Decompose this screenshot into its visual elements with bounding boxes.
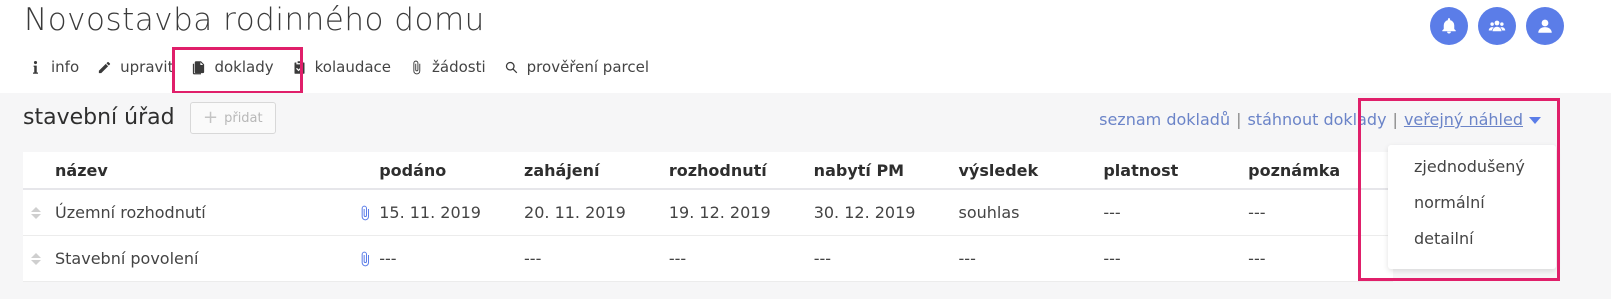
users-icon <box>1488 20 1506 32</box>
add-button[interactable]: + přidat <box>190 102 276 134</box>
user-icon <box>1538 19 1552 33</box>
documents-table: název podáno zahájení rozhodnutí nabytí … <box>23 152 1393 282</box>
tab-label: prověření parcel <box>526 58 649 76</box>
search-icon <box>505 61 517 73</box>
tab-label: info <box>51 58 80 76</box>
column-header[interactable]: zahájení <box>524 161 669 180</box>
attachment-button[interactable] <box>350 251 379 267</box>
table-cell: 15. 11. 2019 <box>379 203 481 222</box>
table-cell: --- <box>958 249 976 268</box>
active-tab-highlight <box>172 47 303 94</box>
table-cell: --- <box>524 249 542 268</box>
document-name: Územní rozhodnutí <box>55 203 206 222</box>
users-button[interactable] <box>1478 7 1516 45</box>
table-cell: 19. 12. 2019 <box>668 203 771 222</box>
column-header[interactable]: výsledek <box>959 161 1104 180</box>
table-cell: souhlas <box>958 203 1020 222</box>
document-list-link[interactable]: seznam dokladů <box>1099 110 1230 129</box>
notifications-button[interactable] <box>1430 7 1468 45</box>
table-row[interactable]: Územní rozhodnutí 15. 11. 2019 20. 11. 2… <box>23 190 1393 236</box>
document-name-cell: Stavební povolení <box>23 249 350 268</box>
document-name: Stavební povolení <box>55 249 199 268</box>
table-header: název podáno zahájení rozhodnutí nabytí … <box>23 152 1393 190</box>
table-cell: --- <box>813 249 832 268</box>
paperclip-icon <box>361 205 369 220</box>
table-cell: 30. 12. 2019 <box>813 203 916 222</box>
table-row[interactable]: Stavební povolení --- --- --- --- --- --… <box>23 236 1393 282</box>
paperclip-icon <box>413 60 421 74</box>
section-title: stavební úřad <box>23 105 175 130</box>
tab-info[interactable]: info <box>28 58 89 76</box>
attachment-button[interactable] <box>350 205 379 221</box>
table-cell: --- <box>1103 249 1121 268</box>
column-header[interactable]: platnost <box>1103 161 1248 180</box>
pencil-icon <box>99 61 111 73</box>
column-header[interactable]: rozhodnutí <box>669 161 814 180</box>
add-button-label: přidat <box>224 110 263 126</box>
page-title: Novostavba rodinného domu <box>24 2 485 38</box>
tab-provereni-parcel[interactable]: prověření parcel <box>504 58 659 76</box>
drag-handle-icon[interactable] <box>31 252 41 265</box>
tab-zadosti[interactable]: žádosti <box>409 58 496 76</box>
table-cell: --- <box>668 249 687 268</box>
plus-icon: + <box>203 107 219 128</box>
tab-label: kolaudace <box>314 58 392 76</box>
table-cell: 20. 11. 2019 <box>524 203 626 222</box>
table-cell: --- <box>1103 203 1121 222</box>
bell-icon <box>1442 18 1456 34</box>
paperclip-icon <box>361 251 369 266</box>
document-name-cell: Územní rozhodnutí <box>23 203 350 222</box>
dropdown-highlight <box>1358 98 1560 281</box>
column-header[interactable]: název <box>23 161 379 180</box>
drag-handle-icon[interactable] <box>31 206 41 219</box>
tab-kolaudace[interactable]: kolaudace <box>292 58 401 76</box>
tab-label: žádosti <box>432 58 486 76</box>
column-header[interactable]: podáno <box>379 161 524 180</box>
tab-label: upravit <box>120 58 174 76</box>
tab-bar: info upravit doklady kolaudace žádosti p… <box>28 58 667 76</box>
table-cell: --- <box>379 249 397 268</box>
top-actions <box>1430 7 1564 45</box>
link-separator: | <box>1236 110 1242 129</box>
column-header[interactable]: nabytí PM <box>814 161 959 180</box>
tab-upravit[interactable]: upravit <box>97 58 183 76</box>
profile-button[interactable] <box>1526 7 1564 45</box>
info-icon <box>33 60 38 74</box>
